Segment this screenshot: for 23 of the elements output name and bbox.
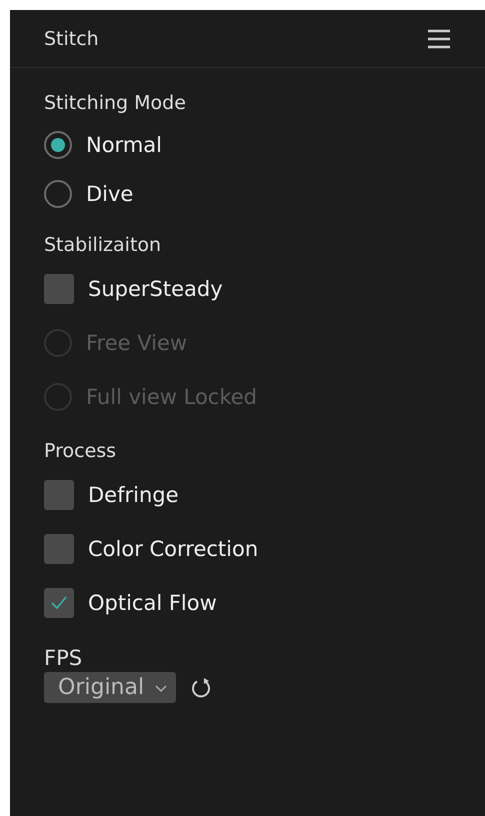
option-label: Full view Locked [86, 385, 258, 409]
option-label: Dive [86, 182, 134, 206]
section-title: Stitching Mode [44, 92, 187, 114]
option-label: SuperSteady [88, 277, 223, 301]
fps-label: FPS [44, 646, 84, 670]
reset-icon[interactable] [190, 676, 212, 698]
option-label: Normal [86, 132, 162, 156]
section-title: Stabilizaiton [44, 234, 162, 256]
checkbox[interactable] [44, 534, 74, 564]
option-label: Free View [86, 331, 188, 355]
option-label: Optical Flow [88, 591, 217, 615]
panel-title: Stitch [44, 28, 99, 50]
checkbox[interactable] [44, 588, 74, 618]
checkbox[interactable] [44, 274, 74, 304]
radio-button[interactable] [44, 180, 72, 208]
radio-button[interactable] [44, 130, 72, 158]
checkbox[interactable] [44, 480, 74, 510]
option-label: Color Correction [88, 537, 258, 561]
option-label: Defringe [88, 483, 179, 507]
chevron-down-icon [154, 682, 168, 692]
menu-icon[interactable] [427, 28, 451, 48]
fps-dropdown[interactable]: Original [44, 672, 176, 703]
section-title: Process [44, 440, 118, 462]
